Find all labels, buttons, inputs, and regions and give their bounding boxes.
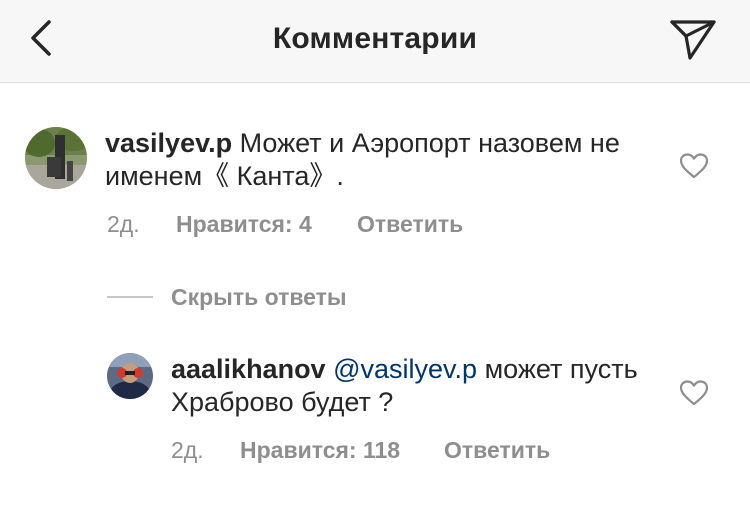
comment-body: vasilyev.p Может и Аэропорт назовем не и… <box>105 127 665 193</box>
avatar-photo <box>25 127 87 189</box>
reply-button[interactable]: Ответить <box>357 211 463 238</box>
mention-link[interactable]: @vasilyev.p <box>333 354 477 384</box>
avatar[interactable] <box>107 353 153 399</box>
paper-plane-icon[interactable] <box>668 16 718 62</box>
page-title: Комментарии <box>272 22 478 55</box>
hide-replies-button[interactable]: Скрыть ответы <box>171 284 347 311</box>
comment-time: 2д. <box>107 211 140 237</box>
avatar-photo <box>107 353 153 399</box>
avatar[interactable] <box>25 127 87 189</box>
heart-icon[interactable] <box>680 380 708 406</box>
replies-divider <box>107 296 153 298</box>
reply-button[interactable]: Ответить <box>444 437 550 464</box>
heart-icon[interactable] <box>680 153 708 179</box>
reply-username[interactable]: aaalikhanov <box>171 354 326 384</box>
likes-count[interactable]: Нравится: 4 <box>176 211 312 238</box>
header-bar: Комментарии <box>0 0 750 83</box>
reply-body: aaalikhanov @vasilyev.p может пусть Храб… <box>171 353 651 419</box>
likes-count[interactable]: Нравится: 118 <box>240 437 400 464</box>
comment-username[interactable]: vasilyev.p <box>105 128 232 158</box>
reply-time: 2д. <box>171 437 204 463</box>
